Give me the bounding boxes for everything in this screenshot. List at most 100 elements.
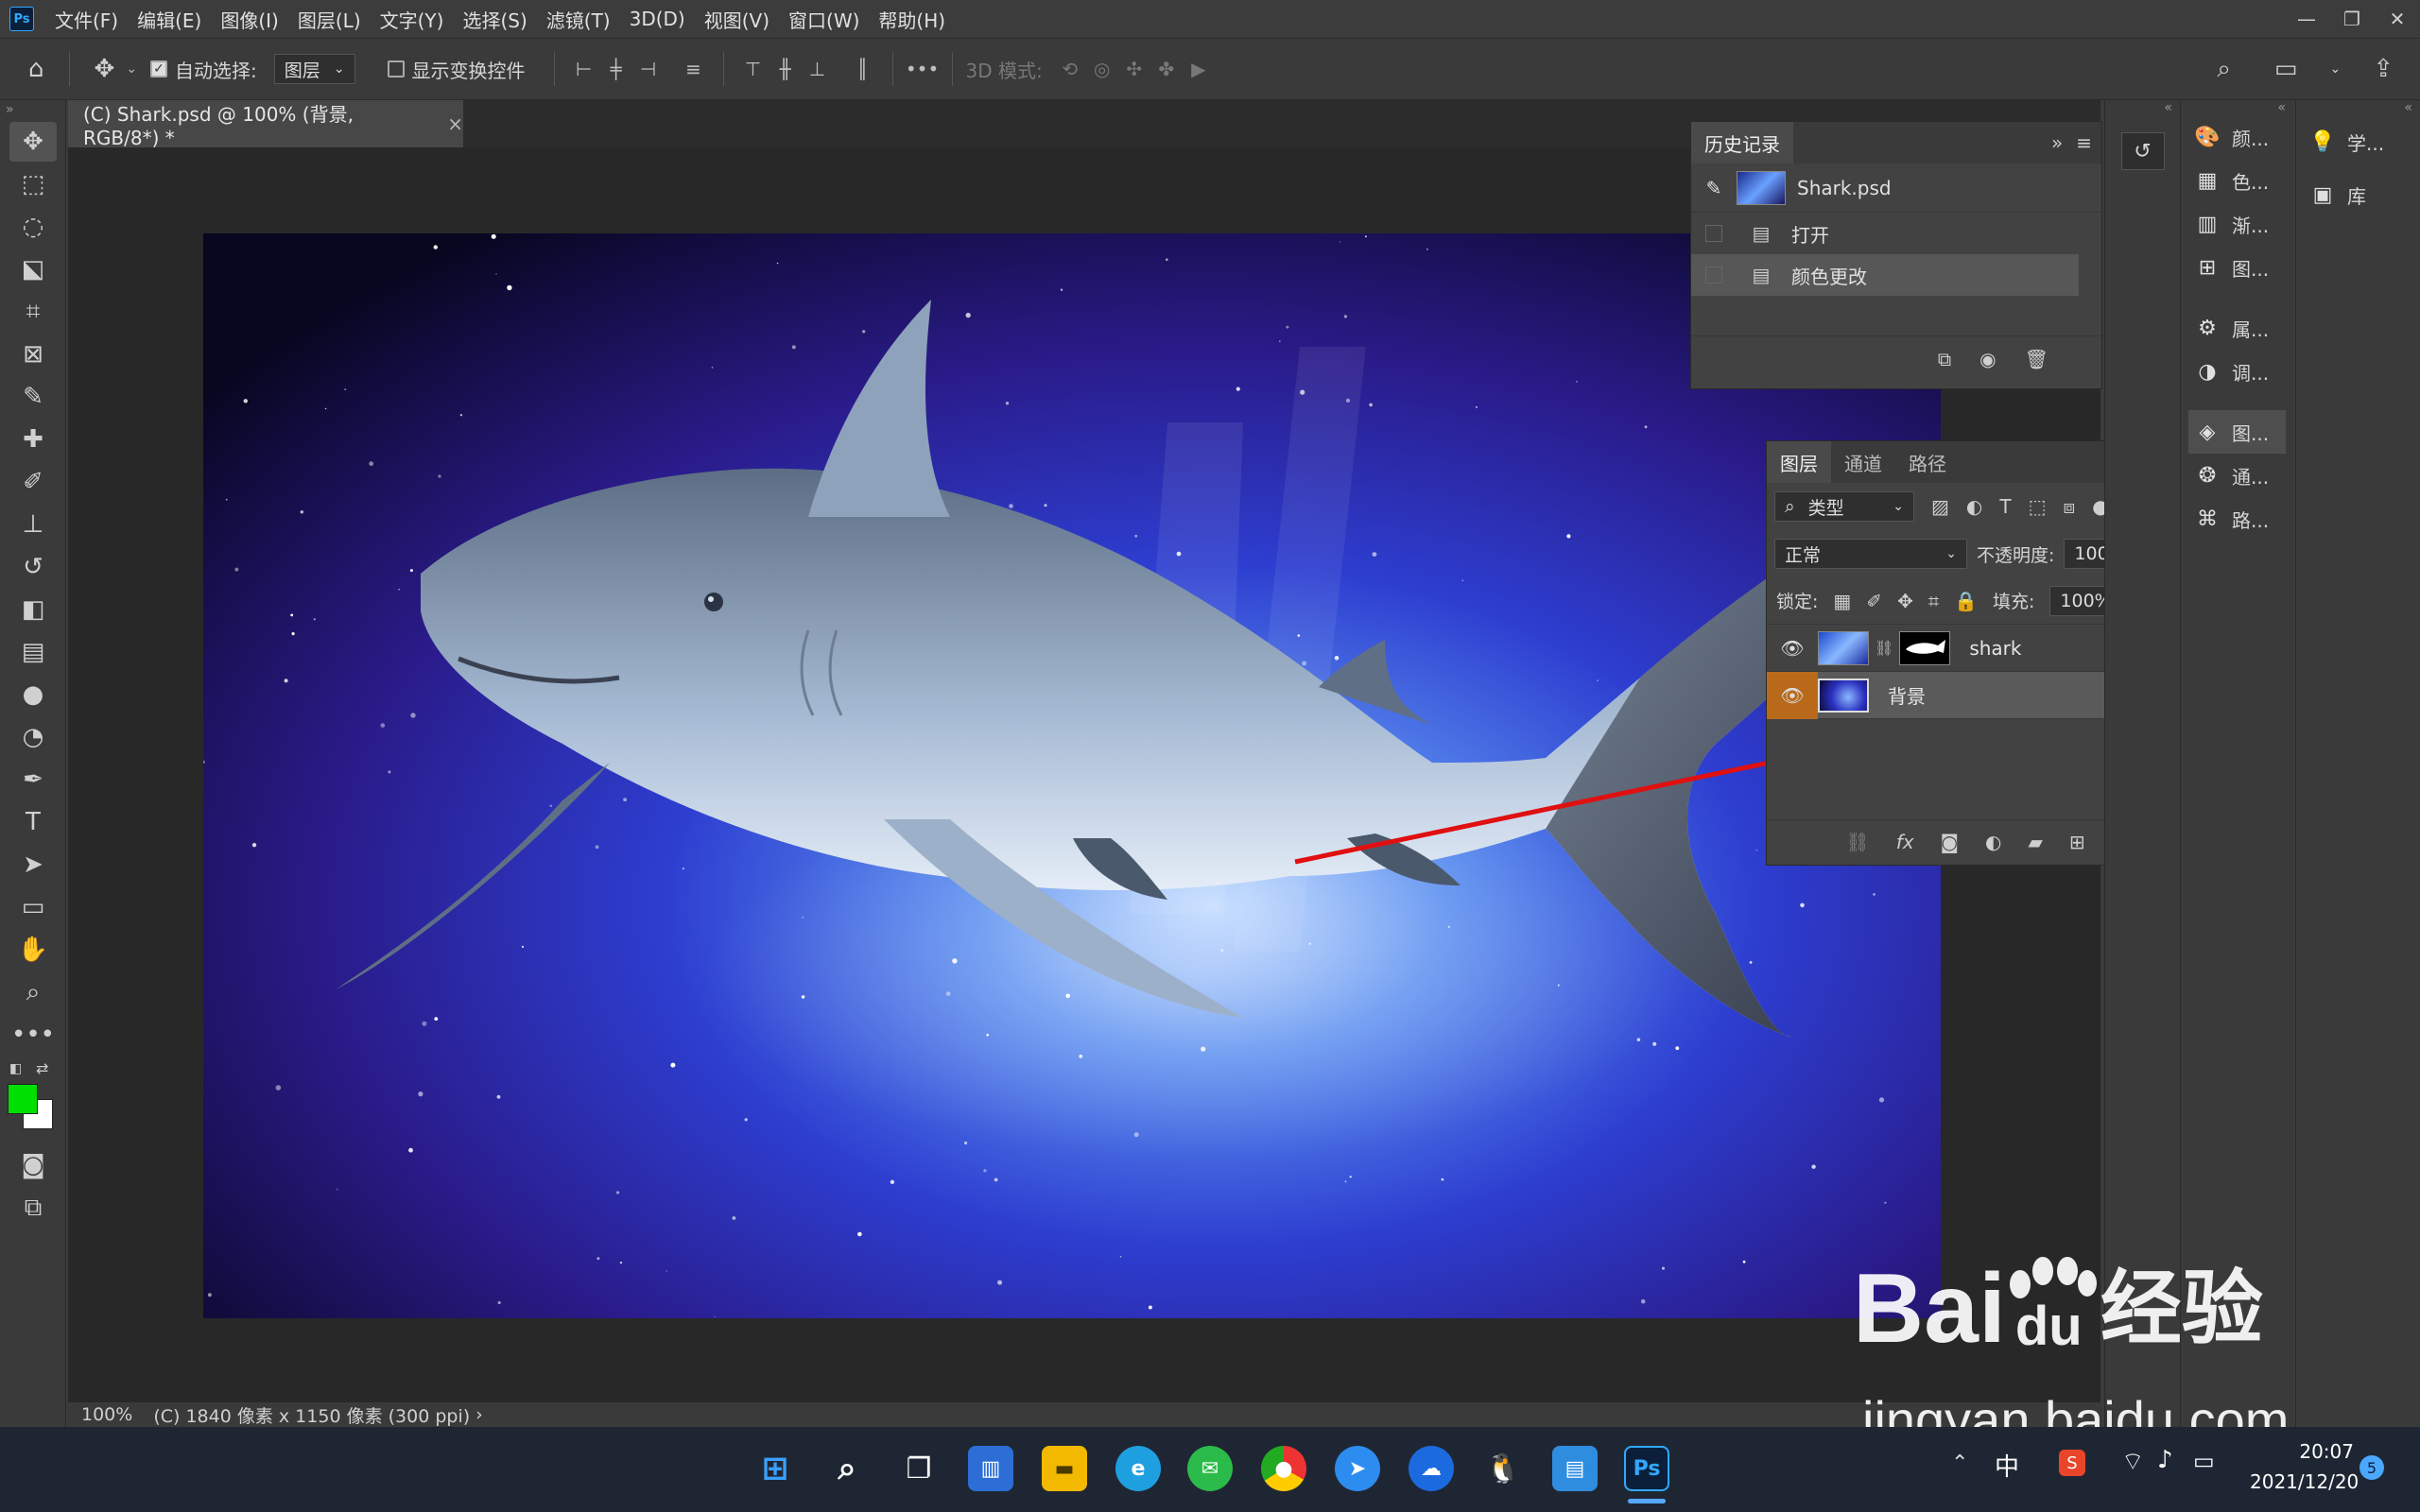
history-checkbox[interactable] — [1691, 266, 1737, 284]
history-brush-tool-icon[interactable]: ↺ — [9, 547, 57, 587]
layer-filter-dropdown[interactable]: ⌕ 类型 ⌄ — [1774, 491, 1914, 522]
align-vcenter-icon[interactable]: ╫ — [769, 53, 802, 85]
gradient-tool-icon[interactable]: ▤ — [9, 632, 57, 672]
cloud-app-icon[interactable]: ☁ — [1409, 1446, 1454, 1491]
filter-adjustment-icon[interactable]: ◐ — [1966, 495, 1982, 518]
show-transform-checkbox[interactable] — [387, 60, 405, 77]
link-layers-icon[interactable]: ⛓ — [1845, 831, 1869, 853]
new-layer-icon[interactable]: ⊞ — [2069, 831, 2085, 853]
channels-panel-button[interactable]: ❂ 通... — [2181, 454, 2293, 497]
new-document-from-state-icon[interactable]: ⧉ — [1938, 348, 1951, 370]
filter-pixel-icon[interactable]: ▨ — [1931, 495, 1949, 518]
menu-image[interactable]: 图像(I) — [220, 6, 279, 33]
path-select-tool-icon[interactable]: ➤ — [9, 845, 57, 885]
document-info[interactable]: (C) 1840 像素 x 1150 像素 (300 ppi) — [153, 1402, 470, 1428]
camera-icon[interactable]: ◉ — [1979, 348, 1996, 370]
foreground-color-swatch[interactable] — [8, 1084, 38, 1114]
menu-help[interactable]: 帮助(H) — [878, 6, 945, 33]
healing-tool-icon[interactable]: ✚ — [9, 420, 57, 459]
visibility-eye-icon[interactable]: 👁 — [1767, 625, 1818, 672]
collapse-icon[interactable]: « — [2105, 100, 2180, 115]
ime-indicator[interactable]: 中 — [1995, 1448, 2019, 1483]
restore-icon[interactable]: ❐ — [2329, 0, 2375, 38]
chevron-up-icon[interactable]: ⌃ — [1951, 1452, 1968, 1475]
filter-type-icon[interactable]: T — [1999, 495, 2011, 518]
trash-icon[interactable]: 🗑 — [2025, 348, 2048, 370]
browser-e-icon[interactable]: e — [1115, 1446, 1161, 1491]
distribute-v-icon[interactable]: ║ — [847, 53, 879, 85]
menu-3d[interactable]: 3D(D) — [630, 8, 685, 30]
screen-mode-icon[interactable]: ⧉ — [9, 1188, 57, 1228]
frame-tool-icon[interactable]: ⊠ — [9, 335, 57, 374]
minimize-icon[interactable]: — — [2284, 0, 2329, 38]
tab-layers[interactable]: 图层 — [1767, 441, 1831, 483]
fx-icon[interactable]: fx — [1896, 831, 1914, 853]
adjustment-layer-icon[interactable]: ◐ — [1985, 831, 2001, 853]
chat-app-icon[interactable]: ✉ — [1187, 1446, 1233, 1491]
align-right-icon[interactable]: ⊣ — [632, 53, 665, 85]
workspace-icon[interactable]: ▭ — [2274, 55, 2298, 83]
history-checkbox[interactable] — [1691, 225, 1737, 242]
document-canvas[interactable] — [203, 233, 1941, 1318]
auto-select-dropdown[interactable]: 图层 ⌄ — [273, 54, 355, 84]
swatches-panel-button[interactable]: ▦ 色... — [2181, 159, 2293, 202]
dodge-tool-icon[interactable]: ◔ — [9, 717, 57, 757]
search-icon[interactable]: ⌕ — [824, 1446, 870, 1491]
collapse-icon[interactable]: » — [2051, 131, 2063, 154]
menu-window[interactable]: 窗口(W) — [788, 6, 859, 33]
brush-tool-icon[interactable]: ✐ — [9, 462, 57, 502]
close-tab-icon[interactable]: × — [447, 112, 463, 135]
panel-menu-icon[interactable]: ≡ — [2076, 131, 2092, 154]
lock-image-icon[interactable]: ✐ — [1866, 590, 1882, 612]
collapse-icon[interactable]: « — [2181, 100, 2293, 115]
swap-colors-icon[interactable]: ⇄ — [36, 1059, 48, 1077]
sogou-icon[interactable]: S — [2059, 1450, 2085, 1476]
zoom-level[interactable]: 100% — [81, 1404, 132, 1425]
menu-type[interactable]: 文字(Y) — [380, 6, 444, 33]
rectangle-tool-icon[interactable]: ▭ — [9, 887, 57, 927]
task-view-icon[interactable]: ❐ — [896, 1446, 942, 1491]
crop-tool-icon[interactable]: ⌗ — [9, 292, 57, 332]
type-tool-icon[interactable]: T — [9, 802, 57, 842]
link-icon[interactable]: ⛓ — [1875, 639, 1893, 657]
lock-transparent-icon[interactable]: ▦ — [1833, 590, 1851, 612]
chevron-down-icon[interactable]: ⌄ — [2329, 61, 2341, 77]
history-snapshot[interactable]: ✎ Shark.psd — [1691, 163, 2101, 213]
history-item-selected[interactable]: ▤ 颜色更改 — [1691, 254, 2079, 296]
visibility-eye-icon[interactable]: 👁 — [1767, 671, 1818, 719]
properties-panel-button[interactable]: ⚙ 属... — [2181, 306, 2293, 350]
paths-panel-button[interactable]: ⌘ 路... — [2181, 497, 2293, 541]
move-tool-icon[interactable]: ✥ — [9, 122, 57, 162]
align-bottom-icon[interactable]: ⊥ — [802, 53, 834, 85]
tab-paths[interactable]: 路径 — [1895, 441, 1960, 483]
default-colors-icon[interactable]: ◧ — [9, 1061, 22, 1076]
pen-tool-icon[interactable]: ✒ — [9, 760, 57, 799]
chevron-right-icon[interactable]: › — [475, 1404, 483, 1425]
menu-edit[interactable]: 编辑(E) — [137, 6, 201, 33]
menu-layer[interactable]: 图层(L) — [298, 6, 361, 33]
marquee-tool-icon[interactable]: ⬚ — [9, 164, 57, 204]
clock[interactable]: 20:07 2021/12/20 — [2250, 1436, 2359, 1497]
menu-file[interactable]: 文件(F) — [55, 6, 118, 33]
lock-artboard-icon[interactable]: ⌗ — [1928, 590, 1939, 612]
photoshop-taskbar-icon[interactable]: Ps — [1624, 1446, 1669, 1491]
history-brush-source-icon[interactable]: ✎ — [1691, 177, 1737, 199]
object-select-tool-icon[interactable]: ⬕ — [9, 249, 57, 289]
layer-mask-thumbnail[interactable] — [1899, 630, 1951, 665]
gradients-panel-button[interactable]: ▥ 渐... — [2181, 202, 2293, 246]
align-left-icon[interactable]: ⊢ — [568, 53, 600, 85]
more-tools-icon[interactable]: ••• — [9, 1015, 57, 1055]
notepad-icon[interactable]: ▤ — [1552, 1446, 1598, 1491]
adjustments-panel-button[interactable]: ◑ 调... — [2181, 350, 2293, 393]
history-item[interactable]: ▤ 打开 — [1691, 213, 2101, 254]
libraries-panel-button[interactable]: ▣ 库 — [2296, 168, 2420, 221]
search-icon[interactable]: ⌕ — [2217, 55, 2231, 84]
learn-panel-button[interactable]: 💡 学... — [2296, 115, 2420, 168]
eraser-tool-icon[interactable]: ◧ — [9, 590, 57, 629]
blend-mode-dropdown[interactable]: 正常 ⌄ — [1774, 539, 1967, 569]
filter-shape-icon[interactable]: ⬚ — [2029, 495, 2047, 518]
add-mask-icon[interactable]: ◙ — [1941, 831, 1959, 853]
wifi-icon[interactable]: ⌔ — [2121, 1446, 2144, 1477]
chrome-icon[interactable]: ● — [1261, 1446, 1306, 1491]
file-explorer-icon[interactable]: ▬ — [1042, 1446, 1087, 1491]
